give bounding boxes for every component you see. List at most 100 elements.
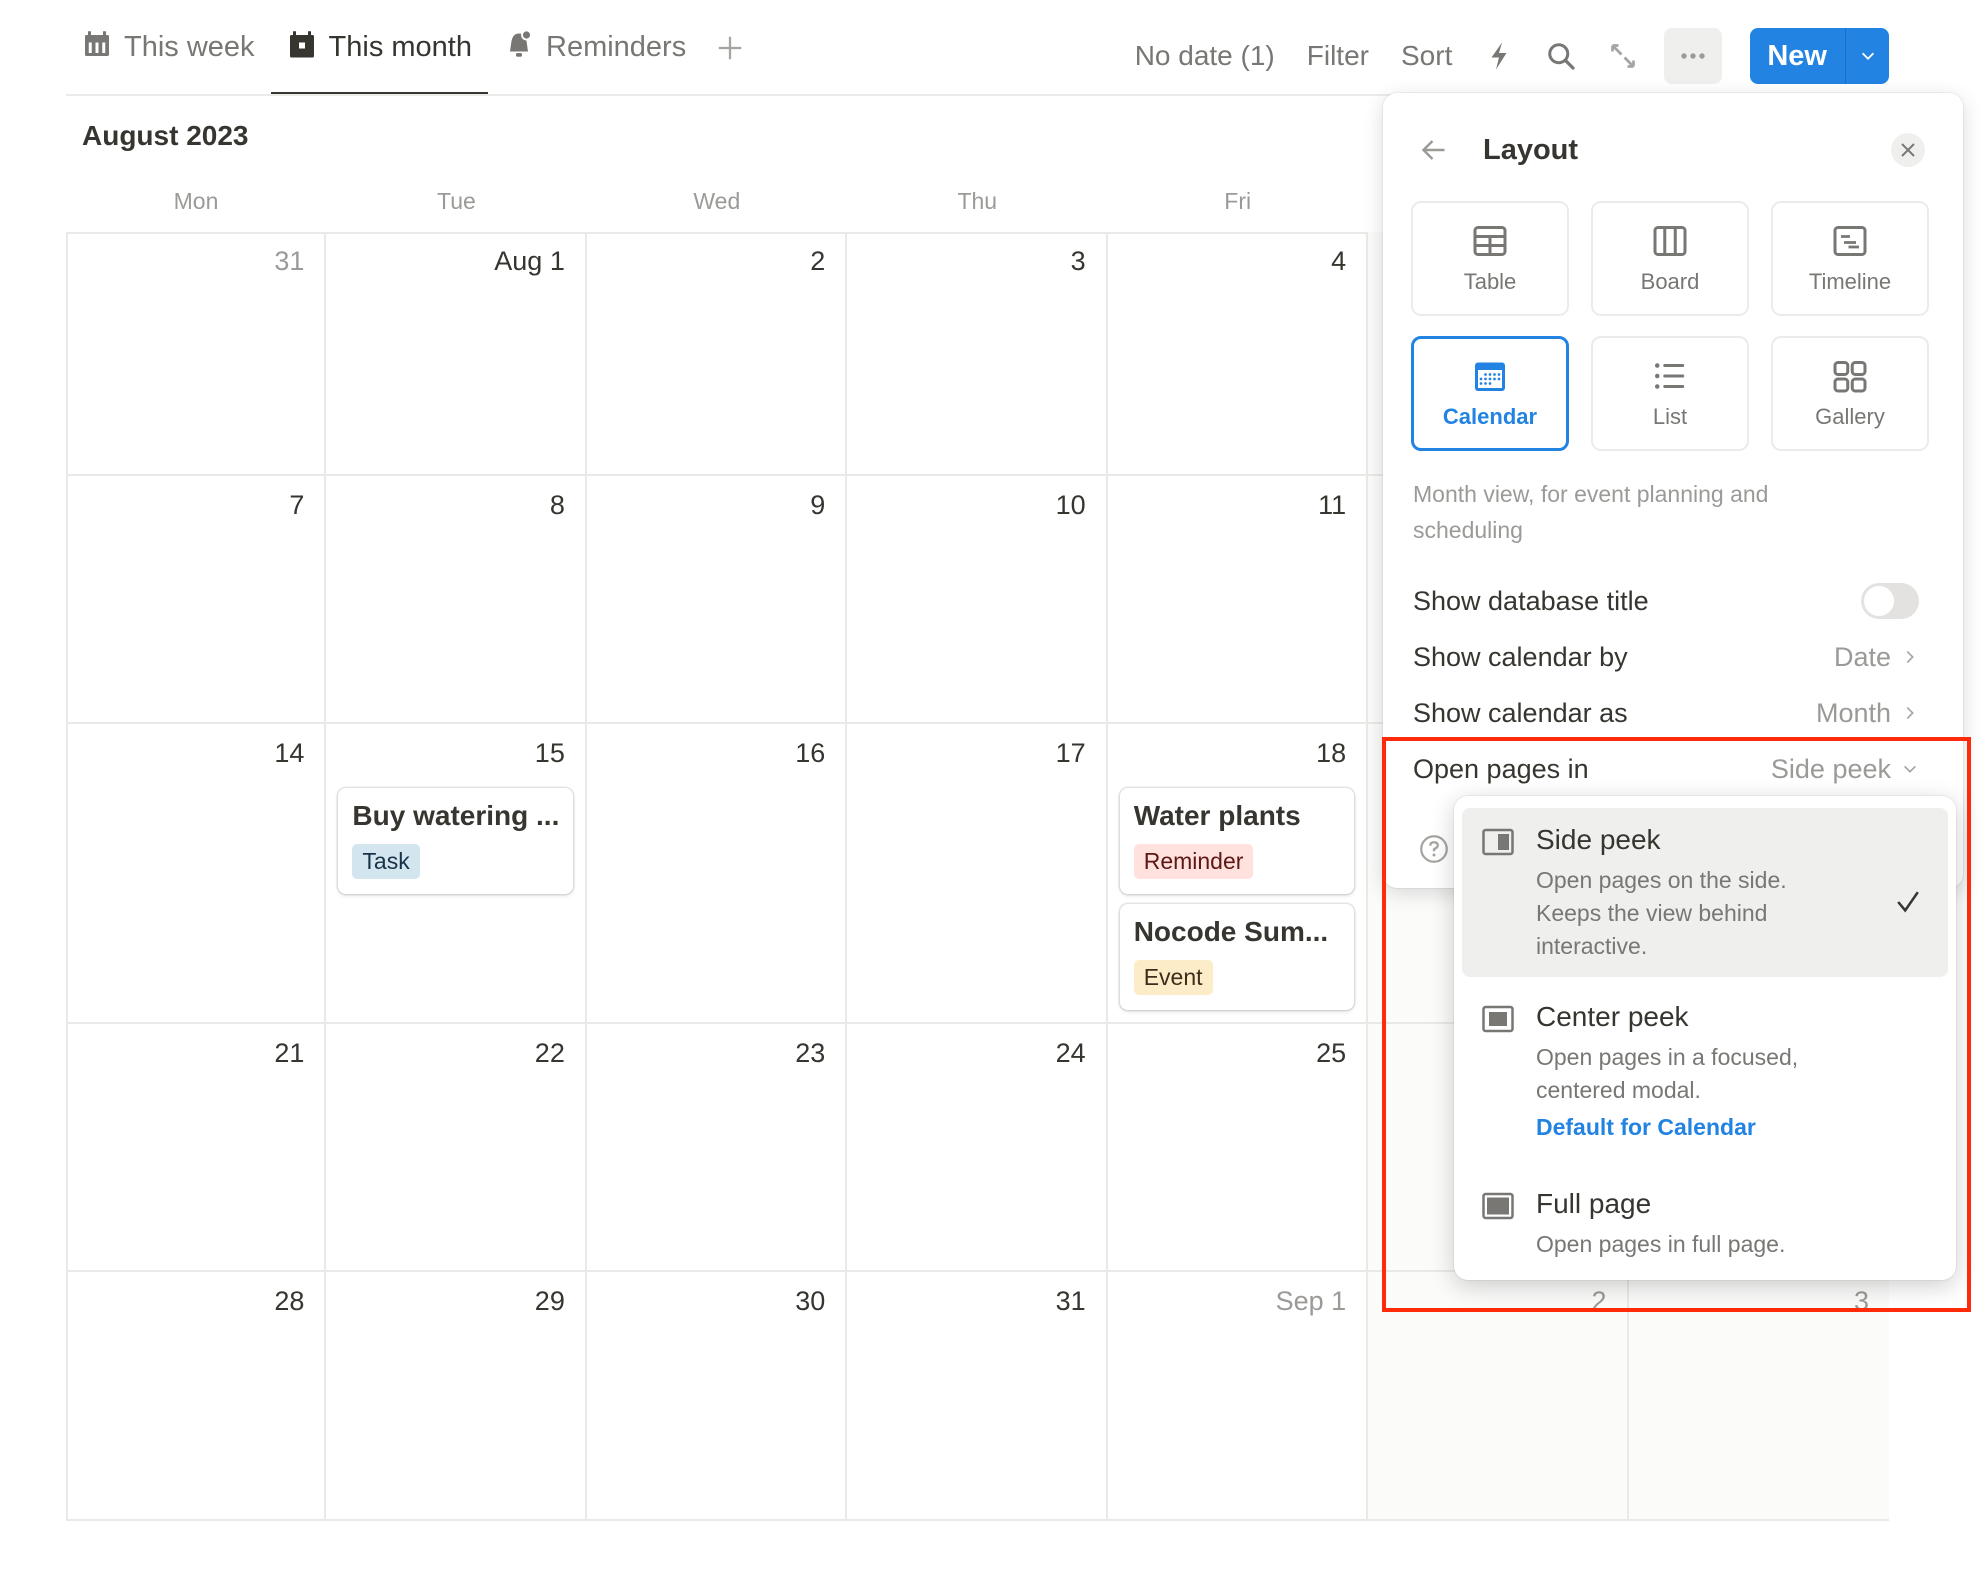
calendar-day-cell[interactable]: 2 [586,232,848,476]
setting-open-pages-in[interactable]: Open pages in Side peek [1413,742,1919,796]
event-tag: Reminder [1133,844,1254,879]
event-card[interactable]: Buy watering ... Task [338,788,573,894]
automation-button[interactable] [1470,28,1528,84]
calendar-day-cell[interactable]: 8 [326,476,587,724]
search-button[interactable] [1532,28,1590,84]
calendar-as-value: Month [1815,697,1891,728]
calendar-day-cell[interactable]: 24 [847,1024,1108,1272]
calendar-day-cell[interactable]: 31 [66,232,327,476]
close-button[interactable] [1891,133,1925,167]
filter-button[interactable]: Filter [1293,28,1383,84]
day-number: 25 [1316,1038,1347,1068]
layout-option-calendar[interactable]: Calendar [1411,336,1569,451]
calendar-day-cell[interactable]: 3 [1628,1272,1889,1519]
day-number: 28 [274,1286,305,1316]
setting-show-database-title[interactable]: Show database title [1413,574,1919,628]
open-pages-value: Side peek [1770,753,1891,784]
calendar-day-cell[interactable]: 10 [847,476,1108,724]
day-number: 23 [795,1038,826,1068]
layout-option-list[interactable]: List [1591,336,1749,451]
expand-icon [1611,44,1636,68]
weekday-label: Thu [957,188,998,214]
calendar-day-cell[interactable]: 3 [847,232,1108,476]
calendar-day-cell[interactable]: Sep 1 [1108,1272,1369,1519]
calendar-day-cell[interactable]: 25 [1107,1024,1369,1272]
back-button[interactable] [1419,133,1453,167]
layout-option-gallery[interactable]: Gallery [1771,336,1929,451]
menu-item-side-peek[interactable]: Side peek Open pages on the side. Keeps … [1462,808,1948,977]
day-number: Sep 1 [1275,1286,1347,1316]
calendar-day-cell[interactable]: 17 [847,724,1108,1024]
menu-item-center-peek[interactable]: Center peek Open pages in a focused, cen… [1462,985,1948,1158]
list-icon [1655,362,1685,389]
tab-reminders[interactable]: Reminders [488,0,702,95]
calendar-day-cell[interactable]: Aug 1 [326,232,587,476]
day-number: 22 [534,1038,565,1068]
sort-button[interactable]: Sort [1387,28,1466,84]
calendar-day-cell[interactable]: 28 [66,1272,327,1519]
calendar-day-cell[interactable]: 2 [1368,1272,1629,1519]
layout-label: Calendar [1442,403,1538,429]
day-number: Aug 1 [494,246,565,276]
tab-label: This week [124,31,255,63]
arrow-left-icon [1421,140,1445,160]
calendar-day-cell[interactable]: 18 Water plants Reminder Nocode Sum... Event [1107,724,1369,1024]
calendar-day-cell[interactable]: 29 [326,1272,587,1519]
setting-show-calendar-by[interactable]: Show calendar by Date [1413,630,1919,684]
calendar-day-cell[interactable]: 30 [587,1272,848,1519]
calendar-day-cell[interactable]: 4 [1107,232,1369,476]
bell-icon [504,29,534,67]
expand-button[interactable] [1594,28,1652,84]
chevron-right-icon [1906,651,1914,663]
no-date-button[interactable]: No date (1) [1121,28,1289,84]
view-tabs: This week This month Reminders [66,0,758,96]
event-card[interactable]: Nocode Sum... Event [1119,904,1355,1010]
help-icon[interactable] [1419,834,1449,864]
event-title: Nocode Sum... [1133,916,1329,947]
day-number: 16 [795,738,826,768]
menu-item-title: Full page [1536,1188,1652,1219]
layout-option-board[interactable]: Board [1591,201,1749,316]
layout-option-table[interactable]: Table [1411,201,1569,316]
calendar-day-cell[interactable]: 23 [586,1024,848,1272]
new-dropdown-button[interactable] [1845,28,1889,84]
menu-item-description: Open pages on the side. Keeps the view b… [1536,867,1787,959]
setting-show-calendar-as[interactable]: Show calendar as Month [1413,686,1919,740]
month-title: August 2023 [82,120,249,151]
menu-item-full-page[interactable]: Full page Open pages in full page. [1462,1172,1948,1275]
calendar-day-cell[interactable]: 11 [1107,476,1369,724]
calendar-day-cell[interactable]: 7 [66,476,327,724]
tab-this-month[interactable]: This month [270,0,489,96]
add-view-button[interactable] [702,0,758,95]
setting-value: Side peek [1771,754,1919,785]
layout-description: Month view, for event planning and sched… [1413,481,1769,543]
tab-this-week[interactable]: This week [66,0,271,95]
calendar-day-cell[interactable]: 22 [326,1024,587,1272]
setting-label: Show calendar as [1413,697,1628,728]
event-card[interactable]: Water plants Reminder [1119,788,1355,894]
calendar-day-cell[interactable]: 31 [847,1272,1108,1519]
weekday-label: Wed [693,188,741,214]
setting-label: Open pages in [1413,753,1589,784]
new-button[interactable]: New [1750,28,1845,84]
layout-option-timeline[interactable]: Timeline [1771,201,1929,316]
weekday-label: Fri [1224,188,1252,214]
timeline-icon [1833,225,1867,256]
calendar-day-cell[interactable]: 15 Buy watering ... Task [326,724,587,1024]
table-icon [1473,225,1507,256]
calendar-day-cell[interactable]: 9 [586,476,848,724]
center-peek-icon [1482,1005,1514,1033]
calendar-month-icon [287,29,317,67]
lightning-icon [1491,42,1507,70]
board-icon [1653,225,1687,256]
show-title-toggle[interactable] [1861,583,1919,619]
day-number: 30 [795,1286,826,1316]
more-options-button[interactable] [1664,28,1723,84]
calendar-day-cell[interactable]: 21 [66,1024,327,1272]
checkmark-icon [1897,891,1919,913]
layout-label: Board [1640,268,1700,294]
close-icon [1901,143,1915,157]
calendar-day-cell[interactable]: 14 [66,724,327,1024]
tab-label: Reminders [546,31,687,63]
calendar-day-cell[interactable]: 16 [586,724,848,1024]
